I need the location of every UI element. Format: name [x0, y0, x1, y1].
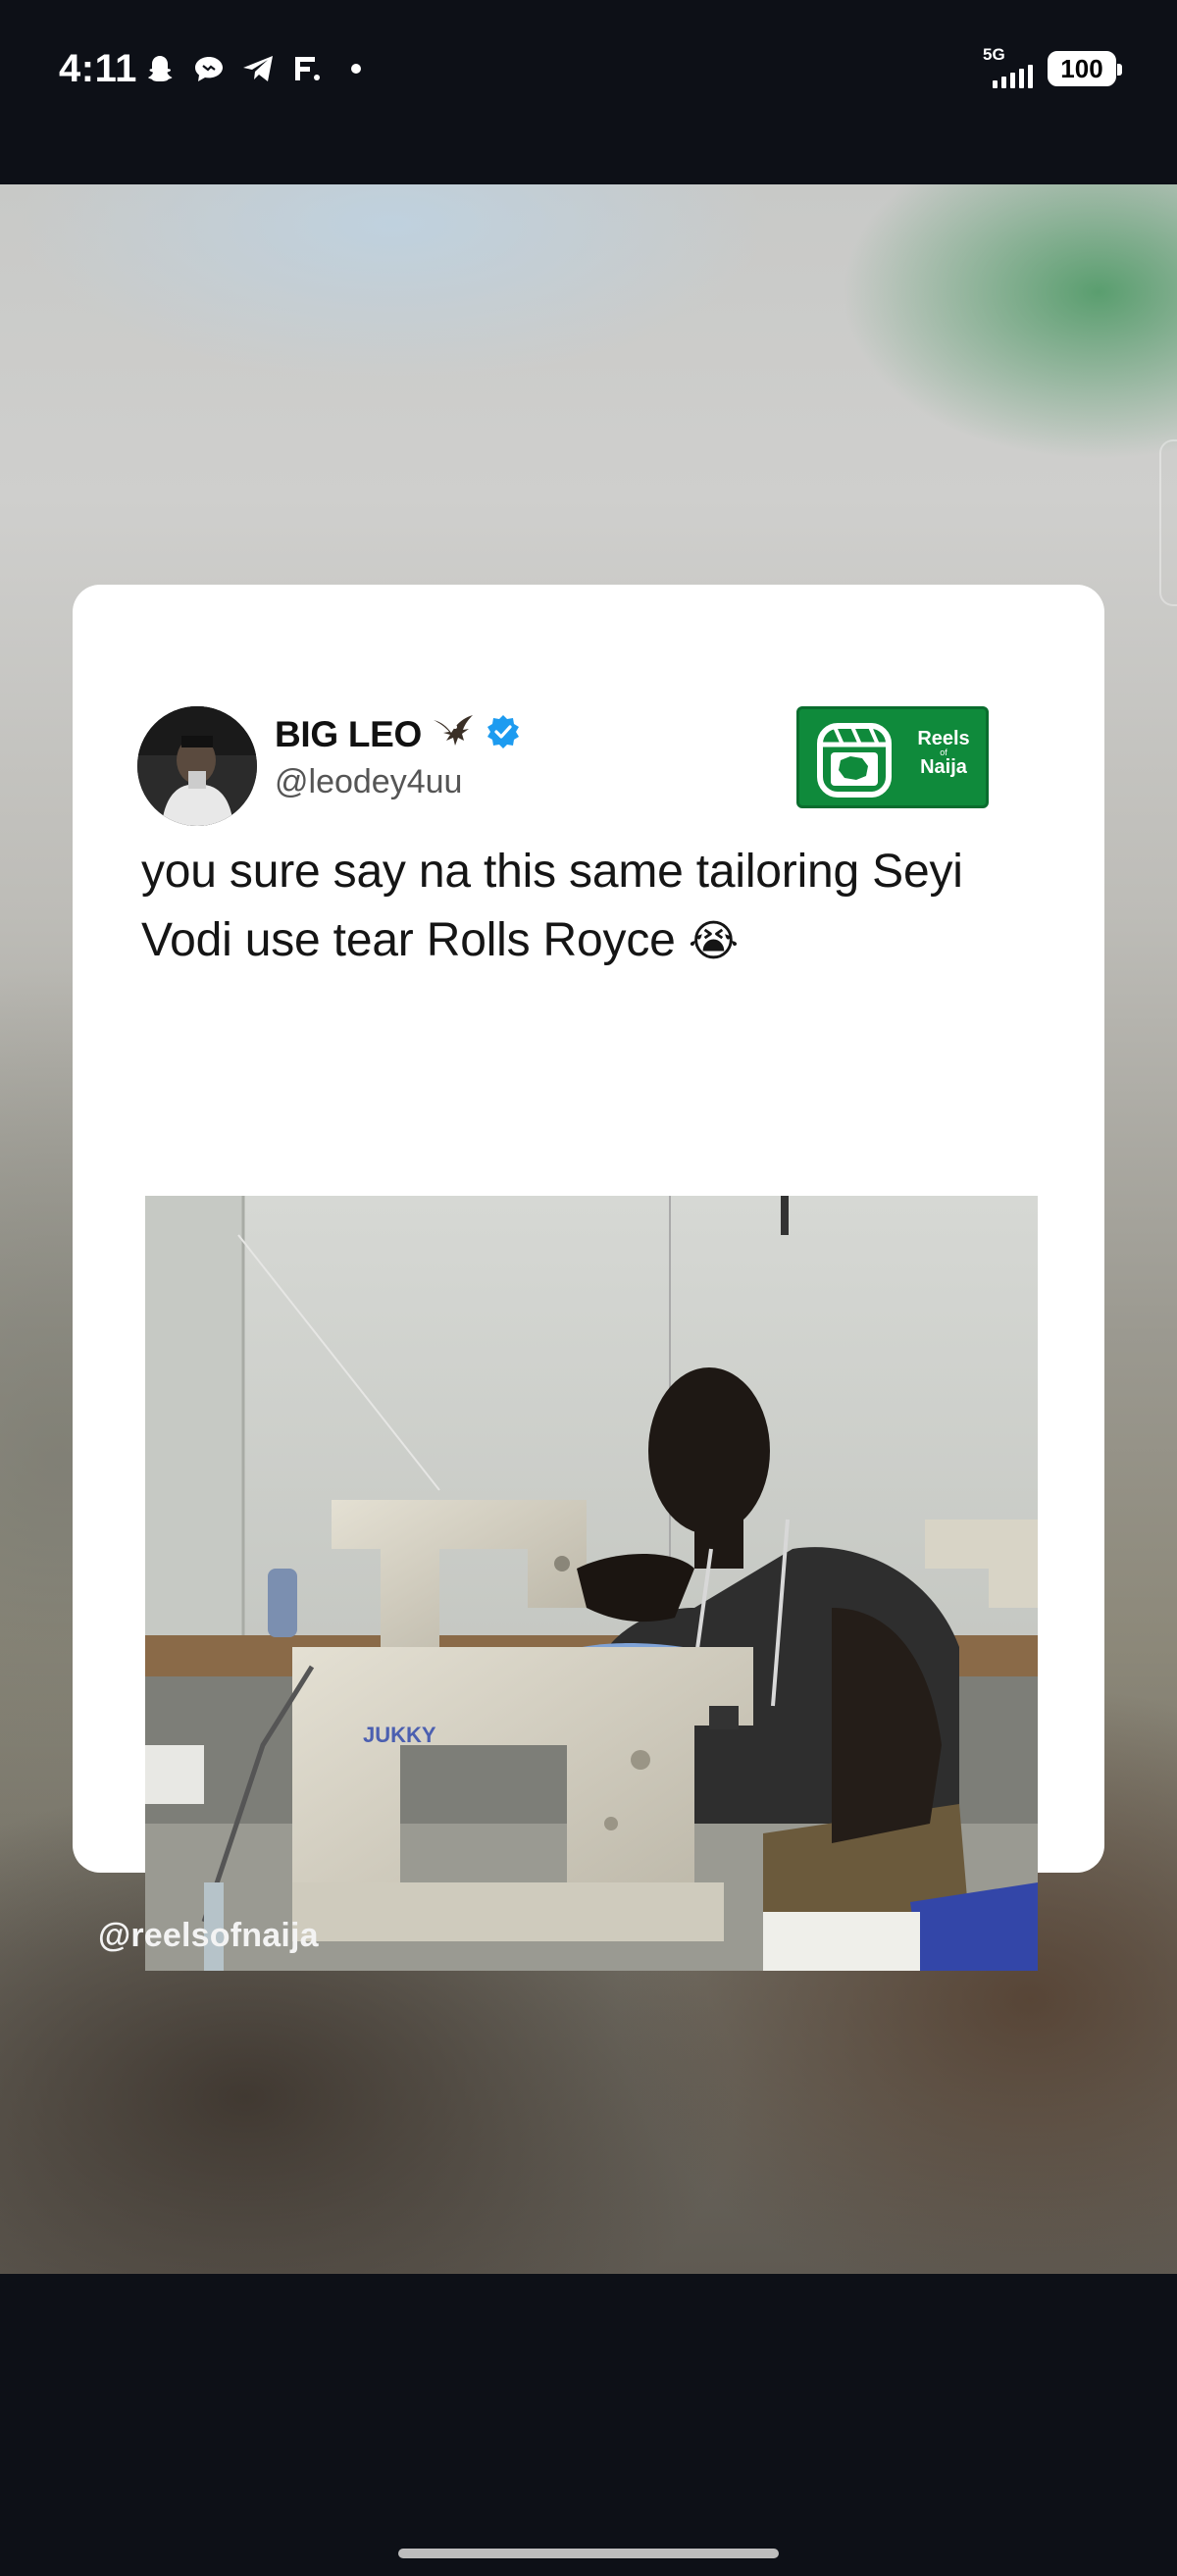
- user-handle[interactable]: @leodey4uu: [275, 763, 462, 801]
- network-indicator: 5G: [983, 45, 1034, 88]
- name-row: BIG LEO: [275, 712, 522, 756]
- avatar[interactable]: [137, 706, 257, 826]
- tweet-body: you sure say na this same tailoring Seyi…: [141, 846, 963, 966]
- status-time: 4:11: [59, 47, 137, 90]
- bottom-bar: [0, 2274, 1177, 2576]
- side-panel-handle[interactable]: [1159, 439, 1177, 606]
- tweet-text: you sure say na this same tailoring Seyi…: [141, 838, 1063, 976]
- signal-icon: [993, 65, 1033, 88]
- display-name[interactable]: BIG LEO: [275, 714, 422, 755]
- brand-line3: Naija: [920, 756, 967, 778]
- chat-bubble-icon: [191, 51, 227, 86]
- network-label: 5G: [983, 45, 1005, 64]
- watermark-handle: @reelsofnaija: [98, 1917, 319, 1954]
- f-app-icon: [289, 51, 325, 86]
- status-bar: 4:11 5G 100: [0, 0, 1177, 184]
- notification-icons: [142, 51, 374, 86]
- tweet-photo[interactable]: JUKKY: [145, 1196, 1038, 1971]
- verified-badge-icon: [485, 713, 522, 755]
- crying-face-emoji: 😭: [688, 917, 739, 965]
- status-right-group: 5G 100: [983, 45, 1122, 88]
- story-viewer-screen: 4:11 5G 100 BIG LEO @leodey4uu Reels of …: [0, 0, 1177, 2576]
- snapchat-icon: [142, 51, 178, 86]
- eagle-icon: [432, 712, 475, 756]
- dot-icon: [338, 51, 374, 86]
- home-indicator[interactable]: [398, 2549, 779, 2558]
- brand-text: Reels of Naija: [905, 729, 982, 777]
- battery-indicator: 100: [1048, 51, 1122, 86]
- story-content[interactable]: BIG LEO @leodey4uu Reels of Naija you su…: [0, 184, 1177, 2274]
- telegram-icon: [240, 51, 276, 86]
- brand-line1: Reels: [917, 728, 970, 749]
- machine-brand-label: JUKKY: [363, 1723, 436, 1747]
- tweet-card: BIG LEO @leodey4uu Reels of Naija you su…: [73, 585, 1104, 1971]
- reels-of-naija-logo: Reels of Naija: [796, 706, 989, 808]
